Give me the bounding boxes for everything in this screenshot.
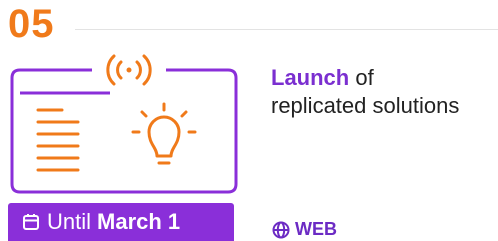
globe-icon — [272, 221, 290, 239]
date-badge: Until March 1 — [8, 203, 234, 241]
frame-outline — [10, 68, 238, 194]
calendar-icon — [22, 213, 40, 231]
step-description: Launch of replicated solutions — [271, 64, 496, 120]
badge-prefix: Until — [47, 209, 92, 234]
badge-date: March 1 — [97, 209, 181, 234]
lightbulb-icon — [131, 102, 197, 165]
description-highlight: Launch — [271, 65, 350, 90]
web-link-label[interactable]: WEB — [295, 219, 337, 240]
step-number: 05 — [8, 2, 55, 46]
web-link[interactable]: WEB — [272, 219, 337, 240]
divider — [75, 29, 498, 30]
broadcast-icon — [106, 54, 152, 86]
description-rest: of — [349, 65, 374, 90]
description-second-line: replicated solutions — [271, 93, 460, 118]
text-lines-icon — [36, 108, 80, 172]
launch-illustration — [10, 54, 238, 194]
